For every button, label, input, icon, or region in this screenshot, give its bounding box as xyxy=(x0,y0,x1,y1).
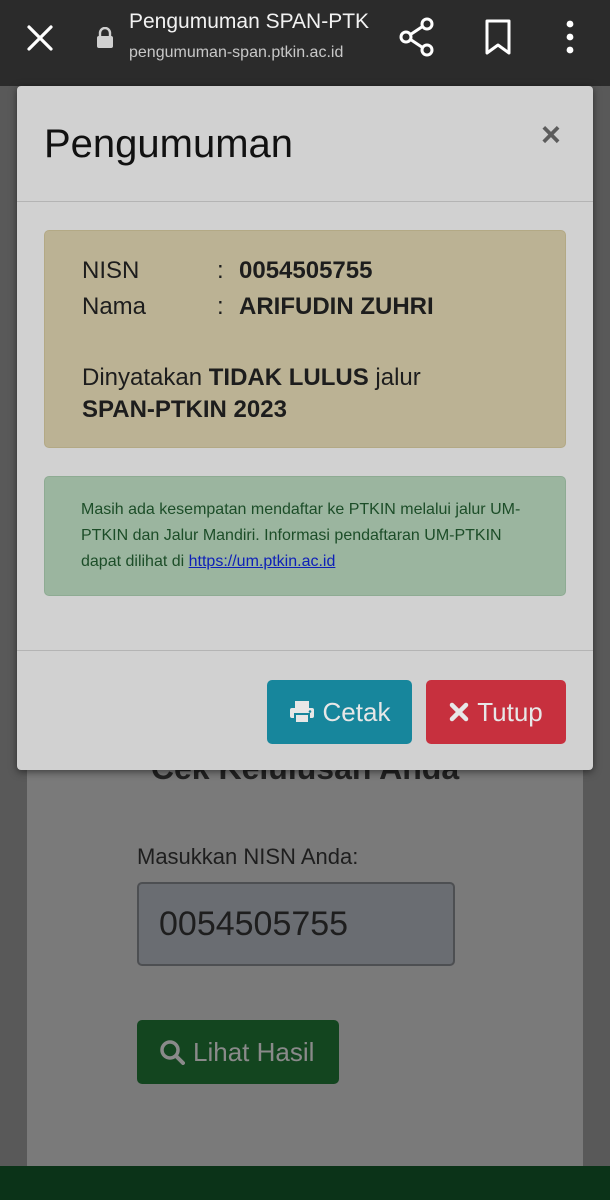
name-key: Nama xyxy=(82,293,147,320)
info-alert: Masih ada kesempatan mendaftar ke PTKIN … xyxy=(44,476,566,596)
share-icon[interactable] xyxy=(398,17,436,57)
name-value: ARIFUDIN ZUHRI xyxy=(239,293,434,320)
modal-header: Pengumuman × xyxy=(17,86,593,202)
lihat-hasil-button[interactable]: Lihat Hasil xyxy=(137,1020,339,1084)
result-status: TIDAK LULUS xyxy=(208,364,369,391)
um-ptkin-link[interactable]: https://um.ptkin.ac.id xyxy=(189,553,336,570)
browser-page-title: Pengumuman SPAN-PTKIN 2023 xyxy=(129,10,369,33)
lihat-hasil-label: Lihat Hasil xyxy=(193,1036,315,1067)
cetak-button[interactable]: Cetak xyxy=(267,680,412,744)
check-result-form: Cek Kelulusan Anda Masukkan NISN Anda: L… xyxy=(0,700,610,1200)
modal-close-icon[interactable]: × xyxy=(541,116,561,155)
modal-footer: Cetak Tutup xyxy=(17,650,593,770)
name-colon: : xyxy=(217,293,224,320)
browser-url[interactable]: pengumuman-span.ptkin.ac.id xyxy=(129,44,343,62)
announcement-modal: Pengumuman × NISN : 0054505755 Nama : AR… xyxy=(17,86,593,770)
nisn-label: Masukkan NISN Anda: xyxy=(137,844,359,869)
tutup-label: Tutup xyxy=(477,696,543,727)
print-icon xyxy=(289,701,314,724)
statement-mid: jalur xyxy=(375,364,421,391)
browser-toolbar: Pengumuman SPAN-PTKIN 2023 pengumuman-sp… xyxy=(0,0,610,86)
nisn-colon: : xyxy=(217,257,224,284)
statement-prefix: Dinyatakan xyxy=(82,364,203,391)
footer-band xyxy=(0,1166,610,1200)
close-tab-icon[interactable] xyxy=(22,20,58,56)
nisn-value: 0054505755 xyxy=(239,257,373,284)
program-name: SPAN-PTKIN 2023 xyxy=(82,396,287,423)
result-statement: Dinyatakan TIDAK LULUS jalur xyxy=(82,364,421,392)
result-alert: NISN : 0054505755 Nama : ARIFUDIN ZUHRI … xyxy=(44,230,566,448)
cetak-label: Cetak xyxy=(322,696,391,727)
bookmark-icon[interactable] xyxy=(483,18,513,56)
lock-icon xyxy=(97,27,113,48)
nisn-input[interactable] xyxy=(137,882,455,966)
modal-title: Pengumuman xyxy=(44,122,294,166)
nisn-key: NISN xyxy=(82,257,140,284)
times-icon xyxy=(449,702,469,722)
more-options-icon[interactable] xyxy=(556,18,584,56)
tutup-button[interactable]: Tutup xyxy=(426,680,566,744)
search-icon xyxy=(160,1040,185,1065)
